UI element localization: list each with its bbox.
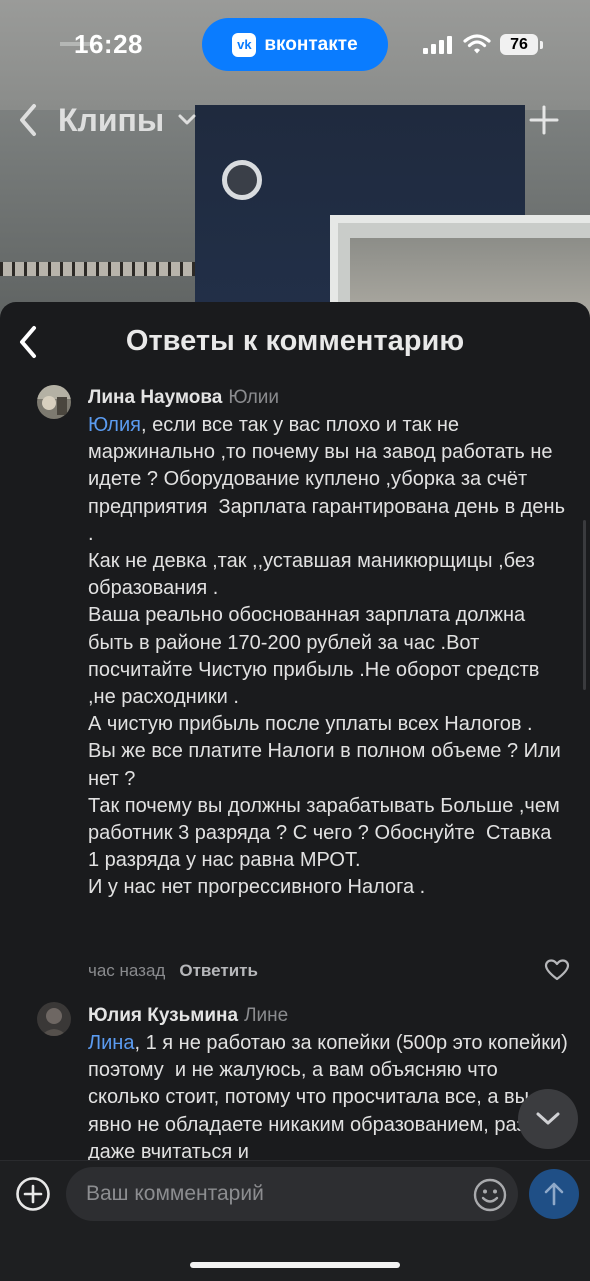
avatar[interactable] [37, 1002, 71, 1036]
comment-input[interactable] [66, 1167, 518, 1221]
arrow-up-icon [544, 1182, 564, 1206]
vk-app-pill[interactable]: vk вконтакте [202, 18, 388, 71]
comment-body: , если все так у вас плохо и так не марж… [88, 414, 566, 899]
bottle-shelf [0, 262, 195, 276]
plus-icon[interactable] [528, 104, 560, 136]
reply-button[interactable]: Ответить [179, 961, 258, 980]
reply-to-name: Лине [244, 1005, 289, 1026]
add-attachment-icon[interactable] [15, 1176, 51, 1212]
chevron-down-icon [536, 1112, 560, 1125]
wifi-icon [463, 34, 491, 54]
vk-pill-label: вконтакте [264, 33, 358, 55]
comment-body: , 1 я не работаю за копейки (500р это ко… [88, 1032, 568, 1160]
battery-tip [540, 41, 543, 49]
sheet-title: Ответы к комментарию [125, 325, 465, 357]
back-icon[interactable] [14, 102, 44, 138]
battery-icon: 76 [500, 34, 538, 55]
mention-link[interactable]: Лина [88, 1032, 134, 1054]
vk-logo-icon: vk [232, 32, 257, 57]
comment-author[interactable]: Лина Наумова [88, 387, 222, 408]
reply-to-name: Юлии [228, 387, 280, 408]
home-indicator[interactable] [190, 1262, 400, 1268]
like-heart-icon[interactable] [544, 959, 570, 981]
scrollbar[interactable] [583, 520, 586, 690]
comment-author-line: Лина Наумова Юлии [88, 387, 279, 409]
comment-text: Лина, 1 я не работаю за копейки (500р эт… [88, 1030, 568, 1160]
wall-light [222, 160, 262, 200]
comment-text: Юлия, если все так у вас плохо и так не … [88, 412, 568, 902]
comment-time: час назад [88, 961, 166, 980]
comment-author-line: Юлия Кузьмина Лине [88, 1005, 288, 1027]
chevron-down-icon[interactable] [176, 112, 198, 128]
mention-link[interactable]: Юлия [88, 414, 141, 436]
scroll-down-button[interactable] [518, 1089, 578, 1149]
status-time: 16:28 [74, 29, 143, 59]
avatar[interactable] [37, 385, 71, 419]
comment-author[interactable]: Юлия Кузьмина [88, 1005, 238, 1026]
signal-icon [423, 36, 453, 54]
clips-title[interactable]: Клипы [58, 102, 164, 139]
comment-meta: час назад Ответить [88, 961, 258, 981]
send-button[interactable] [529, 1169, 579, 1219]
emoji-icon[interactable] [472, 1177, 508, 1213]
status-bar: 16:28 vk вконтакте 76 [0, 0, 590, 90]
